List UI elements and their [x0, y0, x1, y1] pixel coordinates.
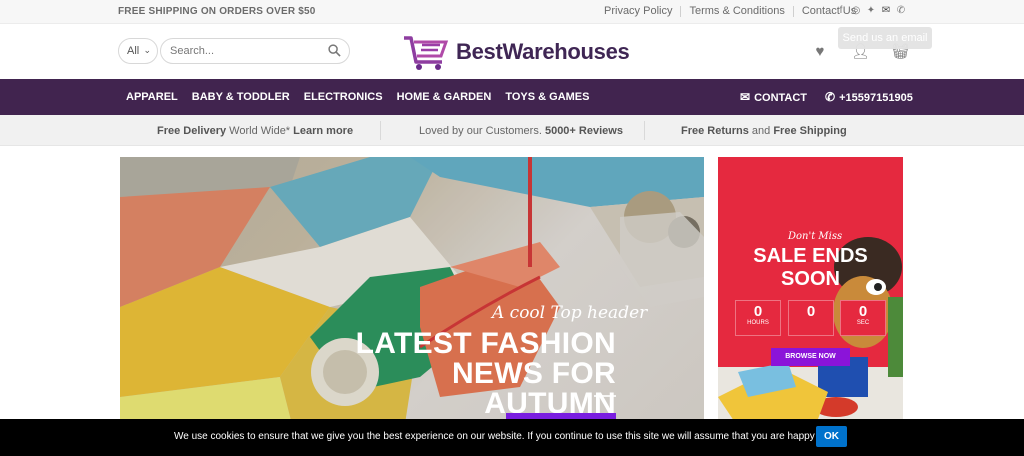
category-select-value: All [127, 45, 140, 57]
envelope-icon: ✉ [740, 90, 751, 104]
nav-contact-label: CONTACT [754, 92, 808, 104]
category-select[interactable]: All ⌄ [118, 38, 158, 64]
hero-title: LATEST FASHION NEWS FOR AUTUMN [320, 329, 616, 419]
cookie-message: We use cookies to ensure that we give yo… [174, 431, 846, 442]
info-bar: Free Delivery World Wide* Learn more Lov… [0, 115, 1024, 146]
hero-title-line-2: NEWS FOR AUTUMN [451, 357, 616, 420]
privacy-policy-link[interactable]: Privacy Policy [604, 5, 672, 17]
free-shipping-notice: FREE SHIPPING ON ORDERS OVER $50 [118, 6, 316, 17]
top-links: Privacy Policy Terms & Conditions Contac… [604, 5, 856, 17]
divider [380, 121, 381, 140]
nav-item-apparel[interactable]: APPAREL [126, 91, 178, 103]
free-delivery-bold: Free Delivery [157, 125, 227, 137]
facebook-icon[interactable]: f [836, 5, 846, 16]
free-delivery-info: Free Delivery World Wide* Learn more [157, 125, 353, 137]
countdown-seconds: 0 SEC [840, 300, 886, 336]
search-icon[interactable] [328, 44, 341, 57]
main-nav: APPAREL BABY & TODDLER ELECTRONICS HOME … [0, 79, 1024, 115]
social-icons: f ◎ ✦ ✉ ✆ [836, 5, 906, 16]
sale-title-line-2: SOON [781, 268, 840, 290]
reviews-bold: 5000+ Reviews [544, 125, 623, 137]
wishlist-heart-icon[interactable]: ♥ [811, 44, 829, 60]
chevron-down-icon: ⌄ [143, 45, 151, 55]
cookie-notice: We use cookies to ensure that we give yo… [0, 419, 1024, 456]
page: FREE SHIPPING ON ORDERS OVER $50 Privacy… [0, 0, 1024, 456]
site-logo[interactable]: BestWarehouses [402, 32, 630, 72]
search-placeholder: Search... [170, 45, 215, 57]
nav-contact: ✉ CONTACT ✆ +15597151905 [740, 90, 913, 104]
free-shipping-bold: Free Shipping [773, 125, 847, 137]
nav-item-toys-games[interactable]: TOYS & GAMES [505, 91, 589, 103]
sale-title: SALE ENDS SOON [718, 245, 903, 291]
instagram-icon[interactable]: ◎ [851, 5, 861, 16]
logo-text: BestWarehouses [456, 39, 630, 64]
cart-logo-icon [404, 36, 449, 70]
email-tooltip: Send us an email [838, 27, 932, 49]
countdown-minutes: 0 [788, 300, 834, 336]
email-icon[interactable]: ✉ [881, 5, 891, 16]
countdown-hours-value: 0 [753, 303, 763, 320]
nav-contact-link[interactable]: ✉ CONTACT [740, 90, 807, 104]
countdown-hours: 0 HOURS [735, 300, 781, 336]
divider [792, 5, 794, 17]
search-input[interactable]: Search... [160, 38, 350, 64]
nav-phone-number: +15597151905 [839, 92, 913, 104]
learn-more-link[interactable]: Learn more [293, 125, 353, 137]
nav-menu: APPAREL BABY & TODDLER ELECTRONICS HOME … [126, 91, 589, 103]
nav-phone-link[interactable]: ✆ +15597151905 [825, 90, 913, 104]
hero-title-line-1: LATEST FASHION [355, 327, 616, 360]
countdown-seconds-value: 0 [858, 303, 868, 320]
browse-now-button[interactable]: BROWSE NOW [771, 348, 850, 366]
divider [680, 5, 682, 17]
hero-banner[interactable]: A cool Top header LATEST FASHION NEWS FO… [120, 157, 704, 456]
countdown-seconds-label: SEC [856, 320, 870, 326]
phone-icon: ✆ [825, 90, 836, 104]
countdown-hours-label: HOURS [747, 320, 769, 326]
dont-miss-text: Don't Miss [788, 231, 843, 242]
hero-divider [594, 395, 616, 397]
top-bar: FREE SHIPPING ON ORDERS OVER $50 Privacy… [0, 0, 1024, 24]
returns-and: and [748, 125, 774, 137]
divider [644, 121, 645, 140]
reviews-info: Loved by our Customers. 5000+ Reviews [419, 125, 623, 137]
cookie-ok-button[interactable]: OK [816, 426, 847, 447]
nav-item-baby-toddler[interactable]: BABY & TODDLER [192, 91, 290, 103]
sale-title-line-1: SALE ENDS [753, 245, 868, 267]
free-delivery-text: World Wide* [226, 125, 294, 137]
phone-icon[interactable]: ✆ [896, 5, 906, 16]
nav-item-electronics[interactable]: ELECTRONICS [304, 91, 383, 103]
twitter-icon[interactable]: ✦ [866, 5, 876, 16]
hero-subtitle: A cool Top header [492, 303, 648, 323]
returns-info: Free Returns and Free Shipping [681, 125, 847, 137]
countdown-minutes-value: 0 [806, 303, 816, 320]
nav-item-home-garden[interactable]: HOME & GARDEN [397, 91, 492, 103]
sale-promo-banner[interactable]: Don't Miss SALE ENDS SOON 0 HOURS 0 0 SE… [718, 157, 903, 456]
terms-conditions-link[interactable]: Terms & Conditions [689, 5, 784, 17]
free-returns-bold: Free Returns [681, 125, 749, 137]
reviews-text: Loved by our Customers. [419, 125, 545, 137]
